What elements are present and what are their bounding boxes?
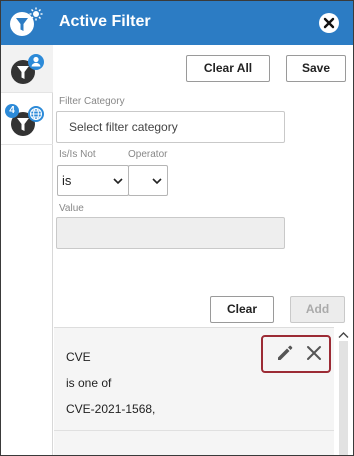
filter-condition-text: is one of: [66, 376, 112, 390]
filter-list-scrollbar[interactable]: [334, 327, 353, 455]
filter-value-text: CVE-2021-1568,: [66, 402, 156, 416]
chevron-down-icon: [152, 178, 162, 185]
panel-title: Active Filter: [59, 13, 151, 30]
chevron-down-icon: [113, 178, 123, 185]
sidebar: 4: [1, 45, 53, 455]
add-button[interactable]: Add: [290, 296, 345, 323]
delete-filter-button[interactable]: [305, 344, 323, 367]
filter-count-badge: 4: [5, 104, 19, 118]
edit-filter-button[interactable]: [275, 343, 295, 368]
scrollbar-track[interactable]: [339, 341, 348, 455]
filter-category-label: Filter Category: [59, 96, 125, 107]
value-field[interactable]: [56, 217, 285, 249]
sidebar-item-user-filters[interactable]: [1, 45, 53, 93]
value-label: Value: [59, 203, 84, 214]
operator-label: Operator: [128, 149, 168, 160]
user-filter-icon: [10, 54, 44, 91]
filter-list: CVE is one of CVE-2021-1568,: [54, 327, 334, 455]
close-icon: [323, 17, 335, 29]
scroll-up-icon[interactable]: [338, 331, 349, 339]
filter-category-text: CVE: [66, 350, 91, 364]
operator-select[interactable]: [128, 165, 168, 196]
clear-button[interactable]: Clear: [210, 296, 274, 323]
is-is-not-value: is: [62, 173, 72, 188]
active-filter-panel: Active Filter 4 Clear All Save Filter Ca…: [0, 0, 354, 456]
is-is-not-select[interactable]: is: [57, 165, 129, 196]
save-button[interactable]: Save: [286, 55, 346, 82]
is-is-not-label: Is/Is Not: [59, 149, 96, 160]
filter-category-select[interactable]: Select filter category: [56, 111, 285, 143]
list-divider: [54, 430, 334, 431]
clear-all-button[interactable]: Clear All: [186, 55, 270, 82]
sidebar-item-global-filters[interactable]: 4: [1, 97, 53, 145]
close-icon: [307, 346, 321, 360]
pencil-icon: [278, 345, 293, 360]
close-panel-button[interactable]: [319, 13, 339, 33]
filter-logo-icon: [9, 7, 43, 39]
panel-header: Active Filter: [1, 1, 353, 45]
